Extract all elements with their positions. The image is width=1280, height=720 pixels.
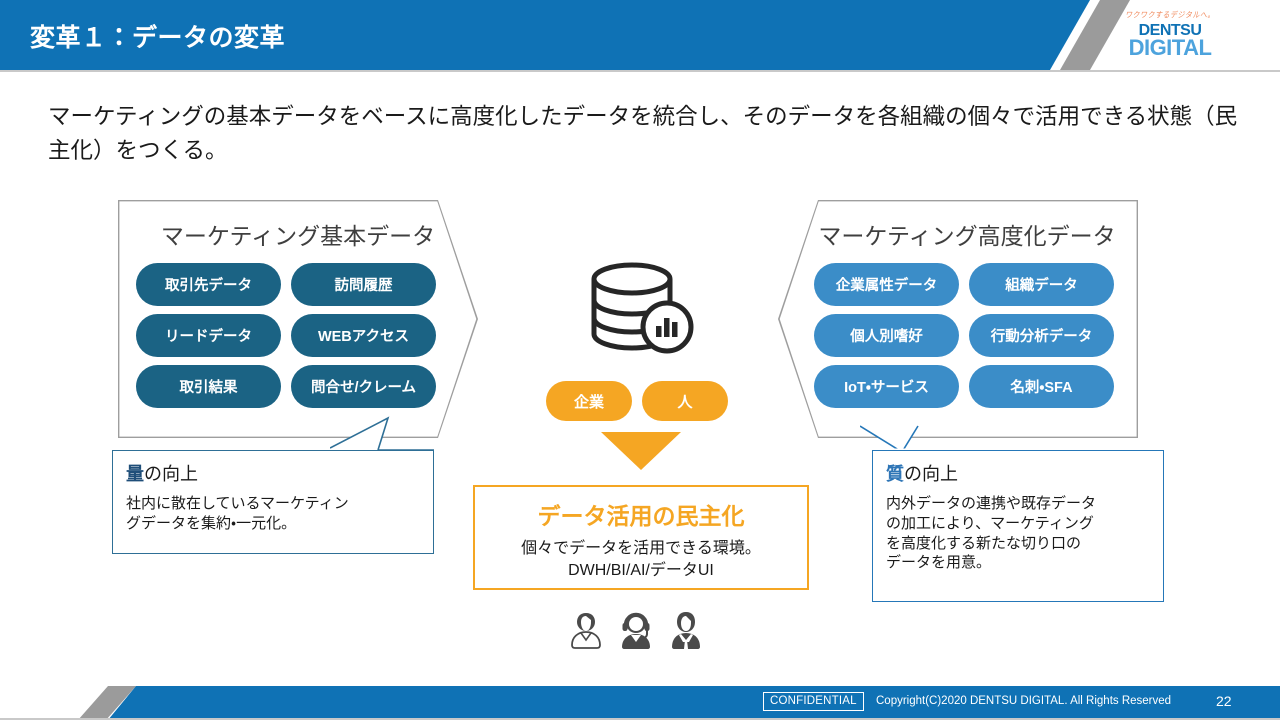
center-pill-company[interactable]: 企業: [546, 381, 632, 421]
callout-quality-heading-rest: の向上: [904, 464, 958, 484]
right-data-panel: マーケティング高度化データ 企業属性データ 組織データ 個人別嗜好 行動分析デー…: [778, 200, 1138, 438]
logo-wordmark: DENTSU DIGITAL: [1100, 23, 1240, 59]
callout-quantity-line1: 社内に散在しているマーケティン: [126, 495, 349, 512]
democratization-box: データ活用の民主化 個々でデータを活用できる環境。 DWH/BI/AI/データU…: [473, 485, 809, 590]
callout-quantity-body: 社内に散在しているマーケティン グデータを集約・一元化。: [126, 494, 420, 534]
callout-quality: 質の向上 内外データの連携や既存データ の加工により、マーケティング を高度化す…: [872, 450, 1164, 602]
right-panel-title: マーケティング高度化データ: [818, 223, 1116, 249]
confidential-badge: CONFIDENTIAL: [763, 692, 864, 711]
callout-quantity-line2: グデータを集約・一元化。: [126, 514, 297, 532]
callout-quantity: 量の向上 社内に散在しているマーケティン グデータを集約・一元化。: [112, 450, 434, 554]
callout-quality-line2: の加工により、マーケティング: [886, 514, 1094, 532]
democratization-title: データ活用の民主化: [537, 503, 745, 529]
person-headset-icon: [618, 610, 654, 655]
lead-paragraph: マーケティングの基本データをベースに高度化したデータを統合し、そのデータを各組織…: [48, 104, 1238, 163]
callout-quality-line4: データを用意。: [886, 554, 992, 572]
data-pill[interactable]: 組織データ: [969, 263, 1114, 306]
callout-quality-line3: を高度化する新たな切り口の: [886, 534, 1082, 552]
logo-text-digital: DIGITAL: [1128, 35, 1212, 60]
data-pill[interactable]: 取引先データ: [136, 263, 281, 306]
right-panel-pill-grid: 企業属性データ 組織データ 個人別嗜好 行動分析データ IoT・サービス 名刺・…: [814, 263, 1114, 408]
data-pill[interactable]: リードデータ: [136, 314, 281, 357]
person-outline-icon: [568, 610, 604, 655]
data-pill[interactable]: 名刺・SFA: [969, 365, 1114, 408]
center-pill-group: 企業 人: [546, 381, 728, 421]
slide-canvas: 変革１：データの変革 ワクワクするデジタルへ。 DENTSU DIGITAL マ…: [0, 0, 1280, 720]
data-pill[interactable]: 企業属性データ: [814, 263, 959, 306]
page-title: 変革１：データの変革: [30, 24, 286, 52]
callout-quantity-heading: 量の向上: [126, 460, 433, 486]
person-suit-icon: [668, 610, 704, 655]
people-icon-group: [568, 610, 704, 655]
callout-quality-line1: 内外データの連携や既存データ: [886, 495, 1097, 512]
data-pill[interactable]: 個人別嗜好: [814, 314, 959, 357]
democratization-body-line1: 個々でデータを活用できる環境。: [521, 540, 761, 557]
callout-quality-keyword: 質: [886, 464, 904, 484]
data-pill[interactable]: WEBアクセス: [291, 314, 436, 357]
left-panel-pill-grid: 取引先データ 訪問履歴 リードデータ WEBアクセス 取引結果 問合せ/クレーム: [136, 263, 436, 408]
copyright-text: Copyright(C)2020 DENTSU DIGITAL. All Rig…: [876, 695, 1172, 707]
dentsu-digital-logo: ワクワクするデジタルへ。 DENTSU DIGITAL: [1100, 10, 1240, 59]
left-panel-title: マーケティング基本データ: [160, 223, 436, 249]
data-pill[interactable]: IoT・サービス: [814, 365, 959, 408]
callout-quantity-heading-rest: の向上: [144, 464, 198, 484]
header-underline: [0, 70, 1280, 72]
democratization-body: 個々でデータを活用できる環境。 DWH/BI/AI/データUI: [475, 538, 807, 581]
data-pill[interactable]: 問合せ/クレーム: [291, 365, 436, 408]
callout-quality-heading: 質の向上: [886, 460, 1163, 486]
database-chart-icon: [588, 262, 696, 354]
data-pill[interactable]: 取引結果: [136, 365, 281, 408]
logo-tagline: ワクワクするデジタルへ。: [1125, 11, 1215, 20]
data-pill[interactable]: 行動分析データ: [969, 314, 1114, 357]
down-arrow-icon: [601, 432, 681, 470]
callout-quantity-keyword: 量: [126, 464, 144, 484]
data-pill[interactable]: 訪問履歴: [291, 263, 436, 306]
page-number: 22: [1216, 693, 1232, 709]
center-pill-person[interactable]: 人: [642, 381, 728, 421]
callout-quality-body: 内外データの連携や既存データ の加工により、マーケティング を高度化する新たな切…: [886, 494, 1150, 573]
left-callout-tail: [329, 406, 460, 456]
left-data-panel: マーケティング基本データ 取引先データ 訪問履歴 リードデータ WEBアクセス …: [118, 200, 478, 438]
democratization-body-line2: DWH/BI/AI/データUI: [568, 561, 714, 579]
